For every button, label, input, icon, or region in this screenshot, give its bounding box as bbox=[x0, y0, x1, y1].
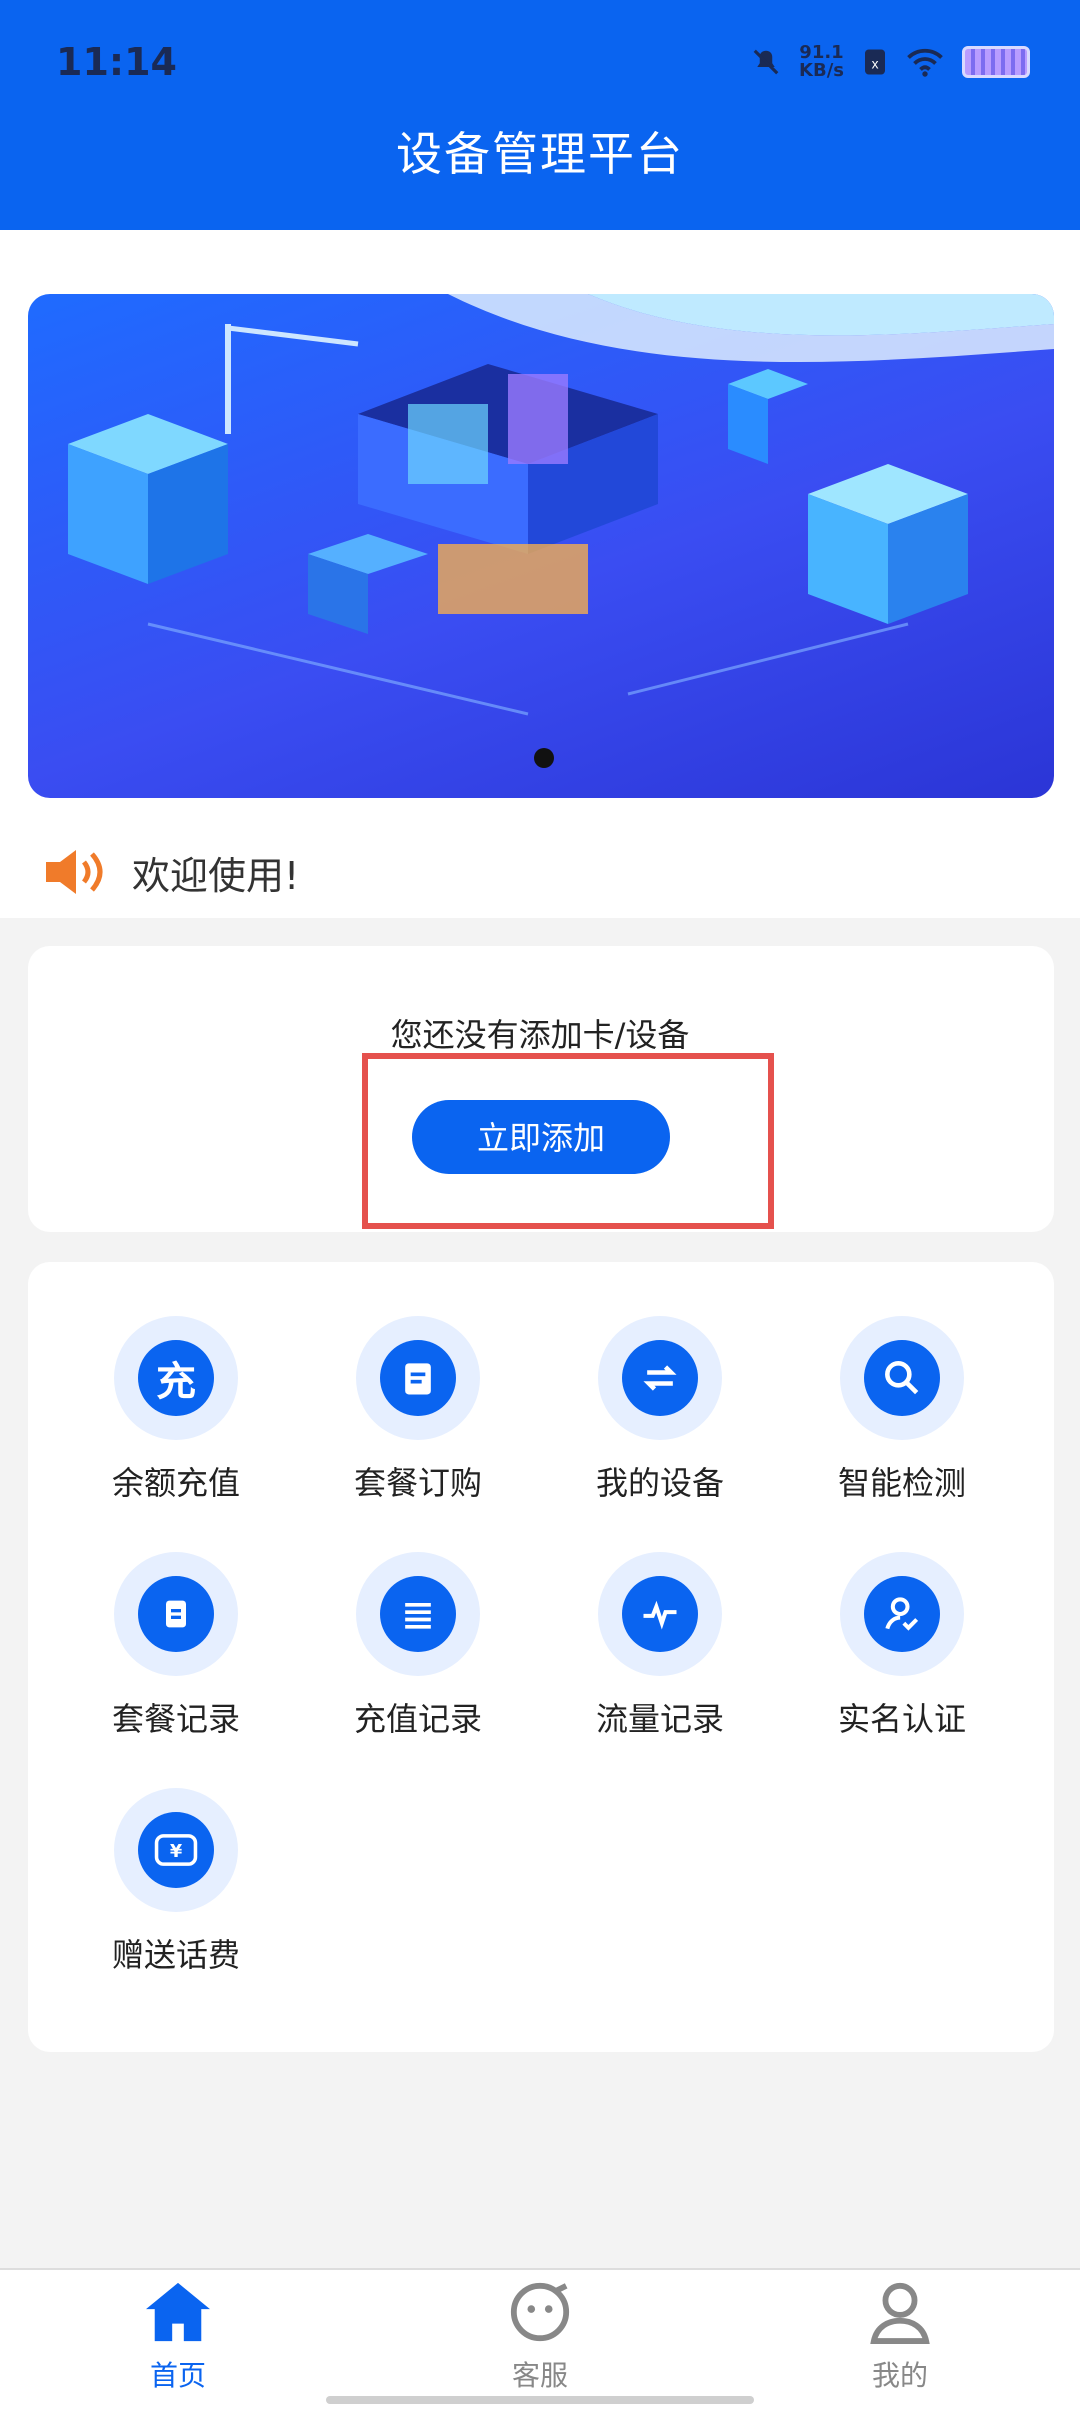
home-icon bbox=[146, 2282, 210, 2342]
status-icons: 91.1 KB/s x bbox=[751, 44, 1030, 80]
tab-service[interactable]: 客服 bbox=[440, 2270, 640, 2394]
page-title: 设备管理平台 bbox=[396, 127, 684, 181]
package-record-icon bbox=[138, 1576, 214, 1652]
tab-profile[interactable]: 我的 bbox=[800, 2270, 1000, 2394]
battery-icon bbox=[962, 46, 1030, 78]
bottom-tab-bar: 首页 客服 我的 bbox=[0, 2268, 1080, 2410]
net-speed: 91.1 KB/s bbox=[799, 42, 844, 81]
grid-item-label: 套餐记录 bbox=[111, 1700, 240, 1738]
notice-text: 欢迎使用! bbox=[132, 853, 300, 898]
carousel-indicator-dot[interactable] bbox=[534, 748, 554, 768]
grid-item-verify[interactable]: 实名认证 bbox=[802, 1552, 1002, 1740]
grid-item-label: 流量记录 bbox=[595, 1700, 724, 1738]
traffic-icon bbox=[622, 1576, 698, 1652]
gift-fee-icon: ¥ bbox=[138, 1812, 214, 1888]
app-header: 11:14 91.1 KB/s x 设备管理平台 bbox=[0, 0, 1080, 230]
banner-carousel[interactable] bbox=[28, 294, 1054, 798]
grid-item-label: 实名认证 bbox=[837, 1700, 966, 1738]
tab-home[interactable]: 首页 bbox=[78, 2270, 278, 2394]
grid-item-devices[interactable]: 我的设备 bbox=[560, 1316, 760, 1504]
list-icon bbox=[380, 1576, 456, 1652]
grid-item-detect[interactable]: 智能检测 bbox=[802, 1316, 1002, 1504]
grid-item-label: 套餐订购 bbox=[353, 1464, 482, 1502]
grid-item-label: 赠送话费 bbox=[111, 1936, 240, 1974]
svg-text:¥: ¥ bbox=[170, 1842, 183, 1862]
grid-item-gift-fee[interactable]: ¥ 赠送话费 bbox=[76, 1788, 276, 1976]
highlight-box bbox=[362, 1053, 774, 1229]
tab-label: 首页 bbox=[149, 2359, 206, 2392]
grid-item-label: 充值记录 bbox=[353, 1700, 482, 1738]
search-icon bbox=[864, 1340, 940, 1416]
tab-label: 我的 bbox=[871, 2359, 928, 2392]
status-bar: 11:14 91.1 KB/s x bbox=[0, 0, 1080, 120]
grid-item-package-record[interactable]: 套餐记录 bbox=[76, 1552, 276, 1740]
grid-item-label: 我的设备 bbox=[595, 1464, 724, 1502]
grid-item-label: 余额充值 bbox=[111, 1464, 240, 1502]
wifi-icon bbox=[907, 48, 943, 77]
recharge-icon: 充 bbox=[138, 1340, 214, 1416]
grid-item-traffic-record[interactable]: 流量记录 bbox=[560, 1552, 760, 1740]
grid-item-recharge[interactable]: 充 余额充值 bbox=[76, 1316, 276, 1504]
svg-text:x: x bbox=[872, 56, 879, 71]
banner-illustration bbox=[68, 294, 1054, 716]
verify-user-icon bbox=[864, 1576, 940, 1652]
home-indicator[interactable] bbox=[326, 2396, 754, 2404]
grid-item-recharge-record[interactable]: 充值记录 bbox=[318, 1552, 518, 1740]
device-icon bbox=[622, 1340, 698, 1416]
mute-bell-icon bbox=[753, 49, 779, 75]
empty-message: 您还没有添加卡/设备 bbox=[390, 1016, 690, 1054]
grid-item-label: 智能检测 bbox=[837, 1464, 966, 1502]
profile-icon bbox=[870, 2282, 930, 2344]
status-time: 11:14 bbox=[56, 40, 177, 84]
notice-bar: 欢迎使用! bbox=[44, 842, 299, 902]
order-icon bbox=[380, 1340, 456, 1416]
tab-label: 客服 bbox=[511, 2359, 568, 2392]
service-icon bbox=[510, 2282, 570, 2342]
speaker-icon bbox=[46, 850, 103, 894]
sim-icon: x bbox=[865, 49, 885, 75]
grid-item-order[interactable]: 套餐订购 bbox=[318, 1316, 518, 1504]
